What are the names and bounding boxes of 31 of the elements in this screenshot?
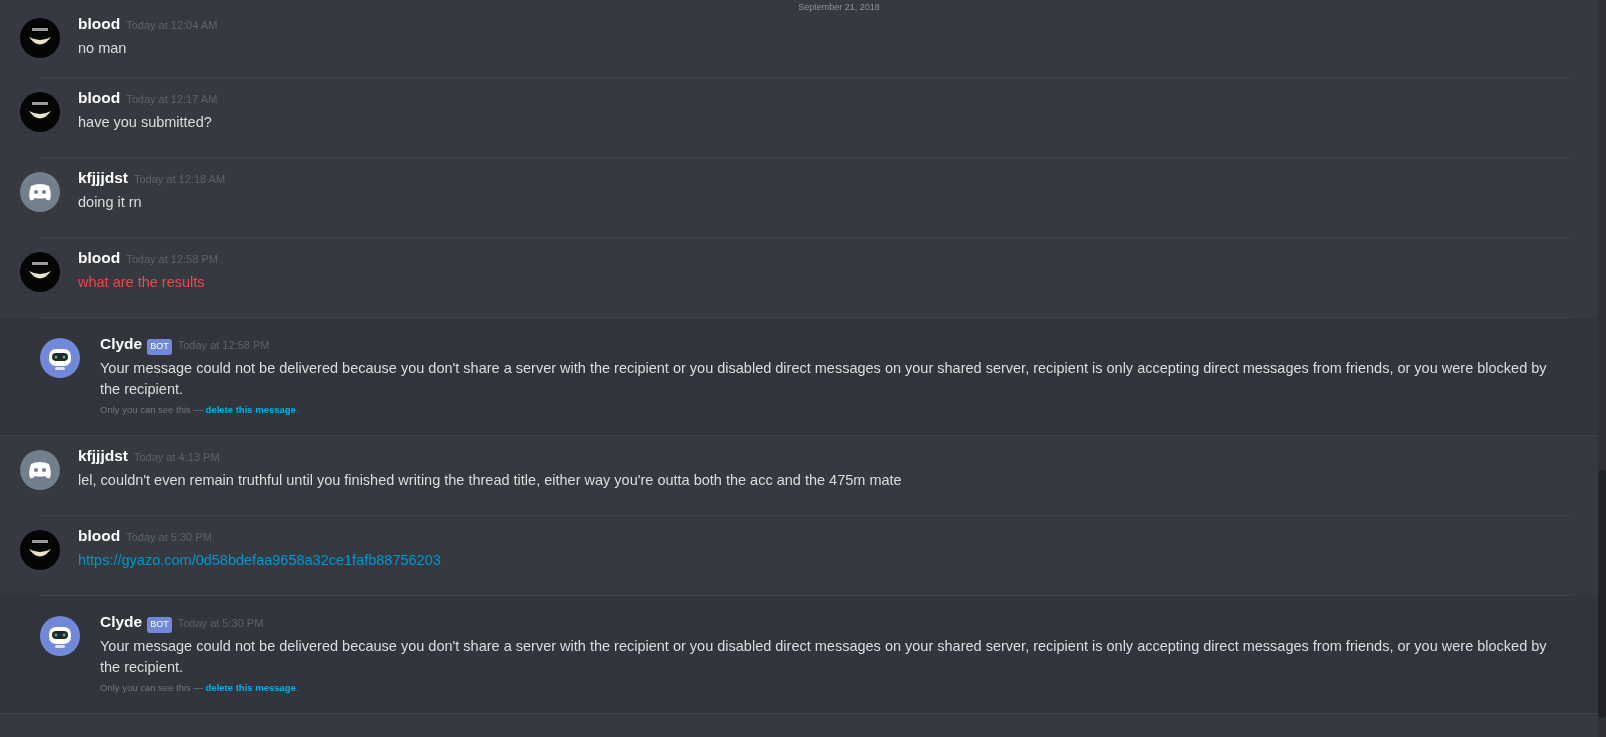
message-text: have you submitted?: [78, 113, 213, 133]
delete-message-link[interactable]: delete this message: [205, 404, 296, 416]
author-name[interactable]: kfjjjdst: [78, 166, 128, 190]
message-text: doing it rn: [78, 193, 143, 213]
default-avatar-icon[interactable]: [20, 450, 60, 490]
delete-message-link[interactable]: delete this message: [205, 682, 296, 694]
message-text: Your message could not be delivered because you don't share a server with the recipient or you disabled direct messages on your shared server, recipient is only accepting direct messages from friends, or you were blocked by the recipient.: [100, 637, 1548, 678]
grin-avatar-icon[interactable]: [20, 18, 60, 58]
bot-tag: BOT: [147, 339, 172, 355]
robot-avatar-icon[interactable]: [40, 616, 80, 656]
message-text: Your message could not be delivered because you don't share a server with the recipient or you disabled direct messages on your shared server, recipient is only accepting direct messages from friends, or you were blocked by the recipient.: [100, 359, 1548, 400]
author-name[interactable]: Clyde: [100, 332, 143, 356]
ephemeral-note: Only you can see this — delete this message.: [100, 403, 300, 418]
author-name[interactable]: Clyde: [100, 610, 143, 634]
author-name[interactable]: blood: [78, 86, 121, 110]
scrollbar-thumb[interactable]: [1598, 470, 1606, 718]
grin-avatar-icon[interactable]: [20, 530, 60, 570]
failed-message-text: what are the results: [78, 273, 206, 293]
author-name[interactable]: kfjjjdst: [78, 444, 128, 468]
ephemeral-note: Only you can see this — delete this message.: [100, 681, 300, 696]
grin-avatar-icon[interactable]: [20, 252, 60, 292]
date-divider: September 21, 2018: [798, 2, 880, 12]
message-text: no man: [78, 39, 128, 59]
author-name[interactable]: blood: [78, 246, 121, 270]
bot-tag: BOT: [147, 617, 172, 633]
default-avatar-icon[interactable]: [20, 172, 60, 212]
grin-avatar-icon[interactable]: [20, 92, 60, 132]
author-name[interactable]: blood: [78, 524, 121, 548]
message-text: lel, couldn't even remain truthful until you finished writing the thread title, either way you're outta both the acc and the 475m mate: [78, 471, 902, 491]
author-name[interactable]: blood: [78, 12, 121, 36]
robot-avatar-icon[interactable]: [40, 338, 80, 378]
